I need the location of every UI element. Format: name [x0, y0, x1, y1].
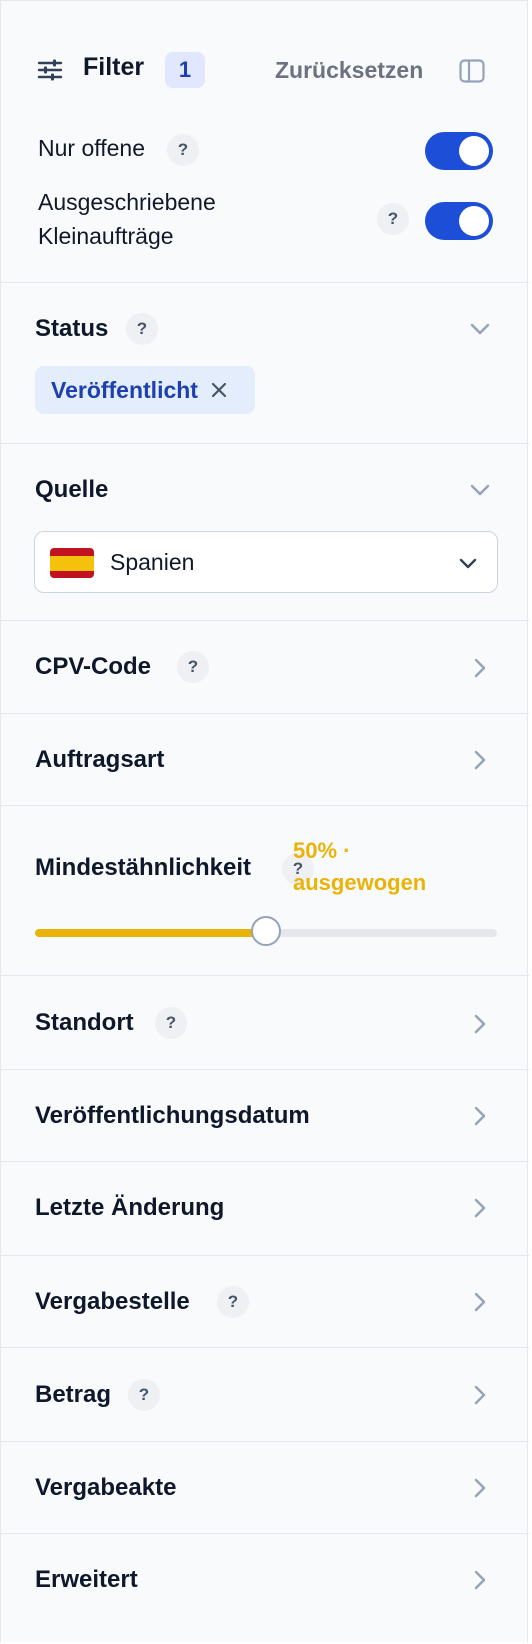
section-title-last-change[interactable]: Letzte Änderung [35, 1194, 224, 1222]
similarity-slider[interactable] [35, 916, 497, 946]
help-icon[interactable]: ? [126, 313, 158, 345]
chevron-right-icon[interactable] [469, 1197, 491, 1219]
chevron-right-icon[interactable] [469, 749, 491, 771]
status-chip-label: Veröffentlicht [51, 376, 198, 403]
toggle-knob [459, 206, 489, 236]
chevron-down-icon [459, 558, 477, 569]
source-select[interactable]: Spanien [34, 531, 498, 593]
divider [1, 620, 529, 621]
filter-panel: Filter 1 Zurücksetzen Nur offene ? Ausge… [0, 0, 529, 1642]
chevron-right-icon[interactable] [469, 657, 491, 679]
divider [1, 975, 529, 976]
help-icon[interactable]: ? [167, 134, 199, 166]
divider [1, 1533, 529, 1534]
only-open-label: Nur offene [38, 135, 145, 161]
chevron-right-icon[interactable] [469, 1291, 491, 1313]
section-title-publication-date[interactable]: Veröffentlichungsdatum [35, 1102, 310, 1130]
section-title-status[interactable]: Status [35, 315, 108, 343]
section-title-contract-type[interactable]: Auftragsart [35, 746, 164, 774]
help-icon[interactable]: ? [217, 1286, 249, 1318]
toggle-knob [459, 136, 489, 166]
similarity-value-label: ausgewogen [293, 870, 427, 895]
section-title-location[interactable]: Standort [35, 1009, 134, 1037]
section-title-contracting-authority[interactable]: Vergabestelle [35, 1288, 190, 1316]
divider [1, 1441, 529, 1442]
source-select-value: Spanien [110, 549, 195, 575]
small-contracts-label-line2: Kleinaufträge [38, 223, 174, 249]
similarity-value: 50% · ausgewogen [293, 835, 463, 899]
divider [1, 1161, 529, 1162]
divider [1, 1347, 529, 1348]
chevron-down-icon[interactable] [469, 479, 491, 501]
section-title-procurement-file[interactable]: Vergabeakte [35, 1474, 176, 1502]
help-icon[interactable]: ? [155, 1007, 187, 1039]
divider [1, 1069, 529, 1070]
spain-flag-icon [50, 548, 94, 578]
divider [1, 1255, 529, 1256]
only-open-toggle[interactable] [425, 132, 493, 170]
chevron-right-icon[interactable] [469, 1569, 491, 1591]
section-title-source[interactable]: Quelle [35, 476, 108, 504]
close-icon[interactable] [210, 381, 228, 399]
slider-fill [35, 929, 266, 937]
chevron-down-icon[interactable] [469, 318, 491, 340]
section-title-amount[interactable]: Betrag [35, 1381, 111, 1409]
help-icon[interactable]: ? [177, 651, 209, 683]
small-contracts-label-line1: Ausgeschriebene [38, 189, 216, 215]
chevron-right-icon[interactable] [469, 1384, 491, 1406]
reset-button[interactable]: Zurücksetzen [275, 57, 423, 84]
status-chip[interactable]: Veröffentlicht [35, 366, 255, 414]
sidebar-panel-icon[interactable] [459, 59, 485, 83]
small-contracts-toggle[interactable] [425, 202, 493, 240]
slider-thumb[interactable] [251, 916, 281, 946]
similarity-value-percent: 50% · [293, 838, 351, 863]
help-icon[interactable]: ? [128, 1379, 160, 1411]
chevron-right-icon[interactable] [469, 1105, 491, 1127]
section-title-advanced[interactable]: Erweitert [35, 1566, 138, 1594]
divider [1, 805, 529, 806]
filter-title: Filter [83, 53, 145, 81]
divider [1, 443, 529, 444]
active-filter-count-badge: 1 [165, 52, 205, 88]
chevron-right-icon[interactable] [469, 1477, 491, 1499]
divider [1, 282, 529, 283]
divider [1, 713, 529, 714]
help-icon[interactable]: ? [377, 203, 409, 235]
sliders-icon [37, 59, 63, 81]
chevron-right-icon[interactable] [469, 1013, 491, 1035]
section-title-cpv-code[interactable]: CPV-Code [35, 653, 151, 681]
section-title-min-similarity: Mindestähnlichkeit [35, 854, 252, 881]
